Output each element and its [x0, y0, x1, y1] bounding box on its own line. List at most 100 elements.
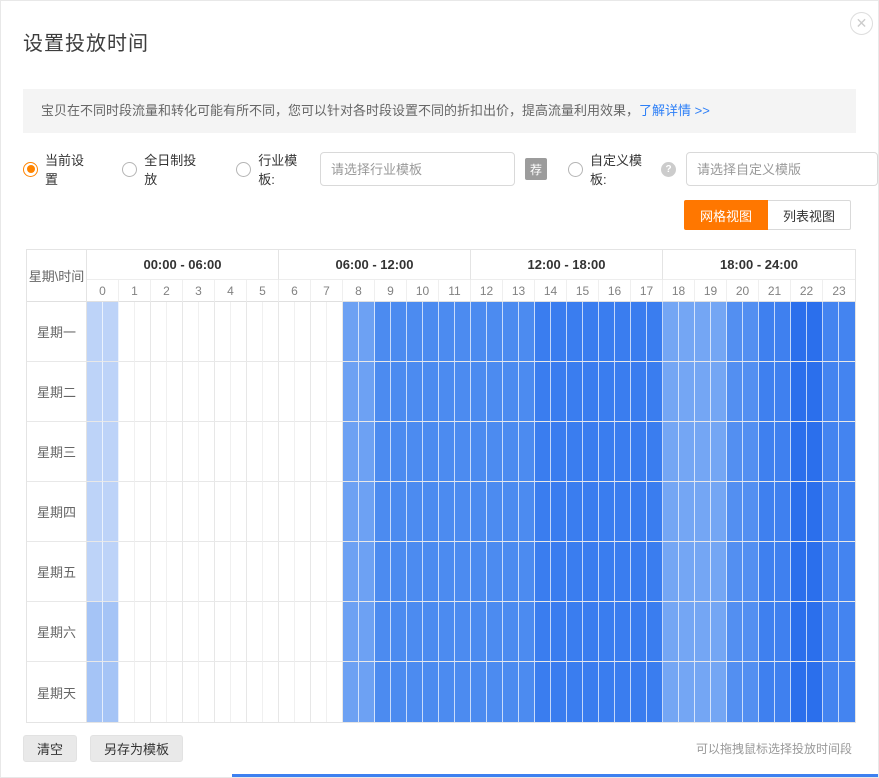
time-cell[interactable]	[775, 602, 791, 662]
time-cell[interactable]	[215, 362, 231, 422]
time-cell[interactable]	[743, 602, 759, 662]
list-view-button[interactable]: 列表视图	[768, 200, 851, 230]
time-cell[interactable]	[759, 482, 775, 542]
time-cell[interactable]	[135, 602, 151, 662]
time-cell[interactable]	[727, 482, 743, 542]
time-cell[interactable]	[743, 482, 759, 542]
time-cell[interactable]	[679, 482, 695, 542]
time-cell[interactable]	[199, 482, 215, 542]
time-cell[interactable]	[535, 362, 551, 422]
time-cell[interactable]	[407, 602, 423, 662]
time-cell[interactable]	[567, 362, 583, 422]
time-cell[interactable]	[311, 662, 327, 722]
time-cell[interactable]	[631, 602, 647, 662]
time-cell[interactable]	[327, 662, 343, 722]
time-cell[interactable]	[407, 662, 423, 722]
time-cell[interactable]	[647, 362, 663, 422]
time-cell[interactable]	[263, 662, 279, 722]
time-cell[interactable]	[151, 362, 167, 422]
time-cell[interactable]	[215, 302, 231, 362]
time-cell[interactable]	[295, 422, 311, 482]
time-cell[interactable]	[551, 602, 567, 662]
time-cell[interactable]	[327, 362, 343, 422]
radio-icon-custom[interactable]	[568, 162, 583, 177]
time-cell[interactable]	[151, 542, 167, 602]
time-cell[interactable]	[503, 482, 519, 542]
time-cell[interactable]	[263, 602, 279, 662]
time-cell[interactable]	[679, 362, 695, 422]
time-cell[interactable]	[279, 482, 295, 542]
time-cell[interactable]	[519, 542, 535, 602]
time-cell[interactable]	[727, 422, 743, 482]
time-cell[interactable]	[471, 302, 487, 362]
time-cell[interactable]	[423, 422, 439, 482]
time-cell[interactable]	[759, 362, 775, 422]
time-cell[interactable]	[183, 662, 199, 722]
time-cell[interactable]	[839, 362, 855, 422]
time-cell[interactable]	[839, 422, 855, 482]
time-cell[interactable]	[503, 422, 519, 482]
time-cell[interactable]	[87, 422, 103, 482]
time-cell[interactable]	[327, 422, 343, 482]
time-cell[interactable]	[631, 362, 647, 422]
time-cell[interactable]	[183, 422, 199, 482]
time-cell[interactable]	[231, 422, 247, 482]
time-cell[interactable]	[823, 302, 839, 362]
time-cell[interactable]	[647, 542, 663, 602]
radio-current-settings[interactable]: 当前设置	[23, 150, 95, 188]
time-cell[interactable]	[759, 542, 775, 602]
time-cell[interactable]	[247, 602, 263, 662]
time-cell[interactable]	[823, 362, 839, 422]
time-cell[interactable]	[439, 602, 455, 662]
time-cell[interactable]	[487, 602, 503, 662]
time-cell[interactable]	[727, 542, 743, 602]
time-cell[interactable]	[791, 482, 807, 542]
time-cell[interactable]	[407, 362, 423, 422]
time-cell[interactable]	[615, 302, 631, 362]
time-cell[interactable]	[759, 422, 775, 482]
time-cell[interactable]	[279, 542, 295, 602]
time-cell[interactable]	[519, 362, 535, 422]
time-cell[interactable]	[631, 482, 647, 542]
time-cell[interactable]	[583, 482, 599, 542]
time-cell[interactable]	[839, 302, 855, 362]
time-cell[interactable]	[791, 362, 807, 422]
time-cell[interactable]	[455, 542, 471, 602]
time-cell[interactable]	[327, 482, 343, 542]
time-cell[interactable]	[471, 602, 487, 662]
time-cell[interactable]	[135, 542, 151, 602]
time-cell[interactable]	[327, 602, 343, 662]
time-cell[interactable]	[183, 362, 199, 422]
time-cell[interactable]	[583, 602, 599, 662]
time-cell[interactable]	[119, 542, 135, 602]
time-cell[interactable]	[87, 482, 103, 542]
time-cell[interactable]	[663, 362, 679, 422]
time-cell[interactable]	[647, 662, 663, 722]
time-cell[interactable]	[567, 482, 583, 542]
time-cell[interactable]	[615, 602, 631, 662]
time-cell[interactable]	[391, 542, 407, 602]
time-cell[interactable]	[823, 542, 839, 602]
time-cell[interactable]	[711, 482, 727, 542]
time-cell[interactable]	[311, 542, 327, 602]
time-cell[interactable]	[439, 362, 455, 422]
time-cell[interactable]	[471, 482, 487, 542]
time-cell[interactable]	[375, 302, 391, 362]
time-cell[interactable]	[583, 302, 599, 362]
time-cell[interactable]	[839, 662, 855, 722]
time-cell[interactable]	[359, 302, 375, 362]
time-cell[interactable]	[215, 422, 231, 482]
industry-template-input[interactable]	[320, 152, 515, 186]
time-cell[interactable]	[503, 542, 519, 602]
time-cell[interactable]	[743, 542, 759, 602]
time-cell[interactable]	[615, 662, 631, 722]
time-cell[interactable]	[535, 602, 551, 662]
time-cell[interactable]	[295, 662, 311, 722]
time-cell[interactable]	[359, 542, 375, 602]
time-cell[interactable]	[391, 662, 407, 722]
time-cell[interactable]	[119, 602, 135, 662]
time-cell[interactable]	[439, 542, 455, 602]
time-cell[interactable]	[167, 302, 183, 362]
radio-custom-template[interactable]: 自定义模板: ?	[568, 150, 676, 188]
time-cell[interactable]	[103, 662, 119, 722]
